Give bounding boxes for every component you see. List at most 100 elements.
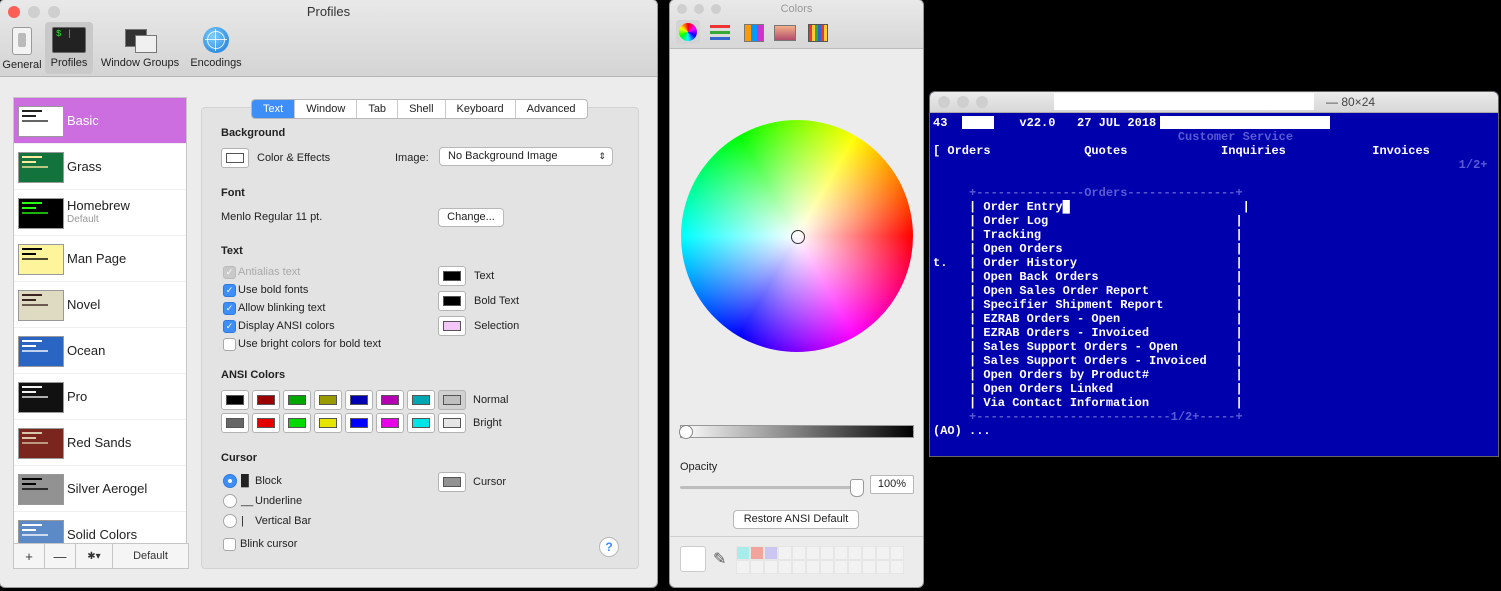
ansi-bright-color-well[interactable] [221,413,249,433]
toolbar-general[interactable]: General [0,22,44,74]
ansi-normal-color-well[interactable] [345,390,373,410]
brightness-slider[interactable] [679,425,914,439]
color-swatch[interactable] [862,546,876,560]
color-swatch[interactable] [764,546,778,560]
add-profile-button[interactable]: + [14,544,45,568]
tab-keyboard[interactable]: Keyboard [446,100,516,118]
ansi-normal-color-well[interactable] [314,390,342,410]
terminal-close-button[interactable] [938,96,950,108]
profile-row[interactable]: Ocean [14,328,186,374]
profile-row[interactable]: Pro [14,374,186,420]
cursor-style-radio[interactable] [223,514,237,528]
text-option-checkbox[interactable] [223,338,236,351]
color-swatch[interactable] [820,546,834,560]
color-swatch[interactable] [848,546,862,560]
color-swatch[interactable] [890,546,904,560]
terminal-minimize-button[interactable] [957,96,969,108]
color-swatch[interactable] [876,560,890,574]
text-color-well[interactable] [438,266,466,286]
background-image-select[interactable]: No Background Image ⇕ [439,147,613,166]
cursor-color-well[interactable] [438,472,466,492]
color-swatch[interactable] [792,546,806,560]
profile-row[interactable]: Red Sands [14,420,186,466]
ansi-bright-color-well[interactable] [345,413,373,433]
text-color-well[interactable] [438,291,466,311]
color-swatch[interactable] [806,546,820,560]
color-wheel-icon[interactable] [676,20,700,44]
image-palettes-icon[interactable] [772,20,796,44]
color-swatch[interactable] [736,560,750,574]
change-font-button[interactable]: Change... [438,208,504,227]
profile-row[interactable]: Silver Aerogel [14,466,186,512]
color-swatches[interactable] [736,546,904,574]
opacity-value-field[interactable]: 100% [870,475,914,494]
pencils-icon[interactable] [805,20,829,44]
help-button[interactable]: ? [599,537,619,557]
text-option-checkbox[interactable]: ✓ [223,284,236,297]
toolbar-window-groups[interactable]: Window Groups [96,22,184,74]
palettes-icon[interactable] [741,20,765,44]
tab-window[interactable]: Window [295,100,358,118]
tab-text[interactable]: Text [252,100,296,118]
ansi-normal-color-well[interactable] [438,390,466,410]
profile-actions-button[interactable]: ✱▾ [76,544,113,568]
color-swatch[interactable] [820,560,834,574]
ansi-bright-color-well[interactable] [376,413,404,433]
brightness-slider-knob[interactable] [679,425,693,439]
ansi-bright-color-well[interactable] [252,413,280,433]
eyedropper-icon[interactable]: ✎ [713,549,726,569]
color-swatch[interactable] [834,560,848,574]
ansi-bright-color-well[interactable] [407,413,435,433]
sliders-icon[interactable] [708,20,732,44]
ansi-normal-color-well[interactable] [283,390,311,410]
profile-row[interactable]: Basic [14,98,186,144]
text-option-checkbox[interactable]: ✓ [223,302,236,315]
opacity-slider[interactable] [680,479,864,497]
cursor-style-radio[interactable] [223,474,237,488]
default-profile-button[interactable]: Default [113,544,188,568]
background-color-well[interactable] [221,148,249,168]
color-swatch[interactable] [764,560,778,574]
text-option-checkbox[interactable]: ✓ [223,320,236,333]
remove-profile-button[interactable]: — [45,544,76,568]
color-swatch[interactable] [834,546,848,560]
profile-row[interactable]: Grass [14,144,186,190]
color-swatch[interactable] [750,546,764,560]
ansi-normal-color-well[interactable] [407,390,435,410]
ansi-bright-color-well[interactable] [314,413,342,433]
color-swatch[interactable] [848,560,862,574]
terminal-window[interactable]: — 80×24 43 v22.0 27 JUL 2018 Customer Se… [930,92,1498,456]
color-swatch[interactable] [778,546,792,560]
ansi-normal-color-well[interactable] [252,390,280,410]
profile-row[interactable]: Homebrew Default [14,190,186,236]
text-color-well[interactable] [438,316,466,336]
current-color-well[interactable] [680,546,706,572]
profile-row[interactable]: Man Page [14,236,186,282]
terminal-zoom-button[interactable] [976,96,988,108]
tab-tab[interactable]: Tab [357,100,399,118]
color-swatch[interactable] [736,546,750,560]
color-swatch[interactable] [862,560,876,574]
toolbar-encodings[interactable]: Encodings [186,22,246,74]
opacity-slider-knob[interactable] [850,479,864,497]
color-swatch[interactable] [876,546,890,560]
color-swatch[interactable] [806,560,820,574]
tab-shell[interactable]: Shell [398,100,446,118]
ansi-bright-color-well[interactable] [438,413,466,433]
profile-row[interactable]: Novel [14,282,186,328]
cursor-style-radio[interactable] [223,494,237,508]
color-wheel[interactable] [681,120,913,352]
restore-ansi-default-button[interactable]: Restore ANSI Default [733,510,859,529]
ansi-normal-color-well[interactable] [221,390,249,410]
color-swatch[interactable] [778,560,792,574]
ansi-bright-color-well[interactable] [283,413,311,433]
tab-advanced[interactable]: Advanced [516,100,587,118]
color-swatch[interactable] [792,560,806,574]
color-swatch[interactable] [750,560,764,574]
ansi-normal-color-well[interactable] [376,390,404,410]
text-option-checkbox[interactable]: ✓ [223,266,236,279]
toolbar-profiles[interactable]: $ | Profiles [45,22,93,74]
profile-list[interactable]: Basic Grass Homebrew Default Man Page No… [13,97,187,569]
blink-cursor-checkbox[interactable] [223,538,236,551]
color-swatch[interactable] [890,560,904,574]
